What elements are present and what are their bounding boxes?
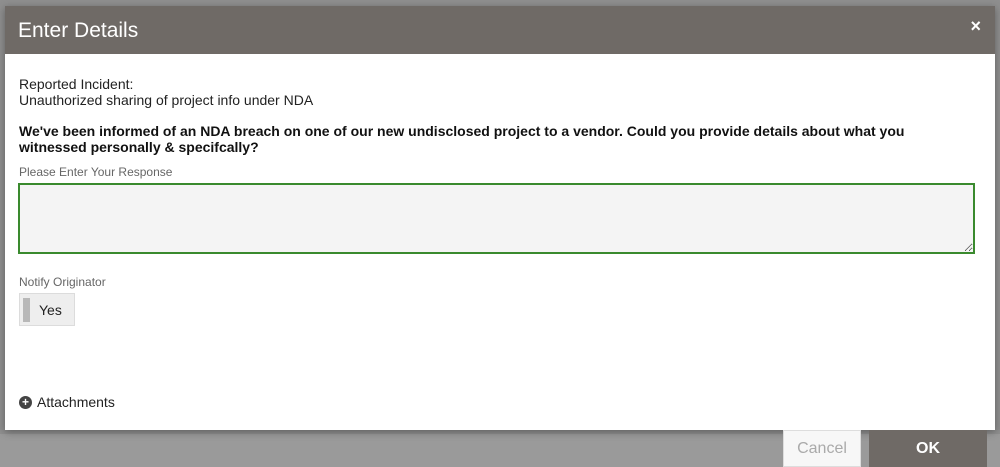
- ok-button[interactable]: OK: [869, 430, 987, 467]
- reported-incident-label: Reported Incident:: [19, 76, 134, 92]
- close-icon[interactable]: ×: [970, 16, 981, 36]
- response-label: Please Enter Your Response: [19, 165, 173, 179]
- cancel-button[interactable]: Cancel: [783, 430, 861, 467]
- notify-originator-toggle[interactable]: Yes: [19, 293, 75, 326]
- enter-details-dialog: Enter Details × Reported Incident: Unaut…: [5, 6, 995, 467]
- plus-circle-icon: +: [19, 395, 32, 409]
- response-textarea[interactable]: [18, 183, 975, 254]
- toggle-knob: [23, 298, 30, 322]
- question-text: We've been informed of an NDA breach on …: [19, 123, 905, 155]
- dialog-header: Enter Details ×: [5, 6, 995, 54]
- reported-incident-value: Unauthorized sharing of project info und…: [19, 92, 314, 108]
- toggle-label: Yes: [39, 302, 62, 318]
- dialog-title: Enter Details: [18, 19, 139, 42]
- attachments-label: Attachments: [37, 394, 115, 410]
- attachments-expander[interactable]: + Attachments: [19, 394, 115, 410]
- notify-originator-label: Notify Originator: [19, 275, 106, 289]
